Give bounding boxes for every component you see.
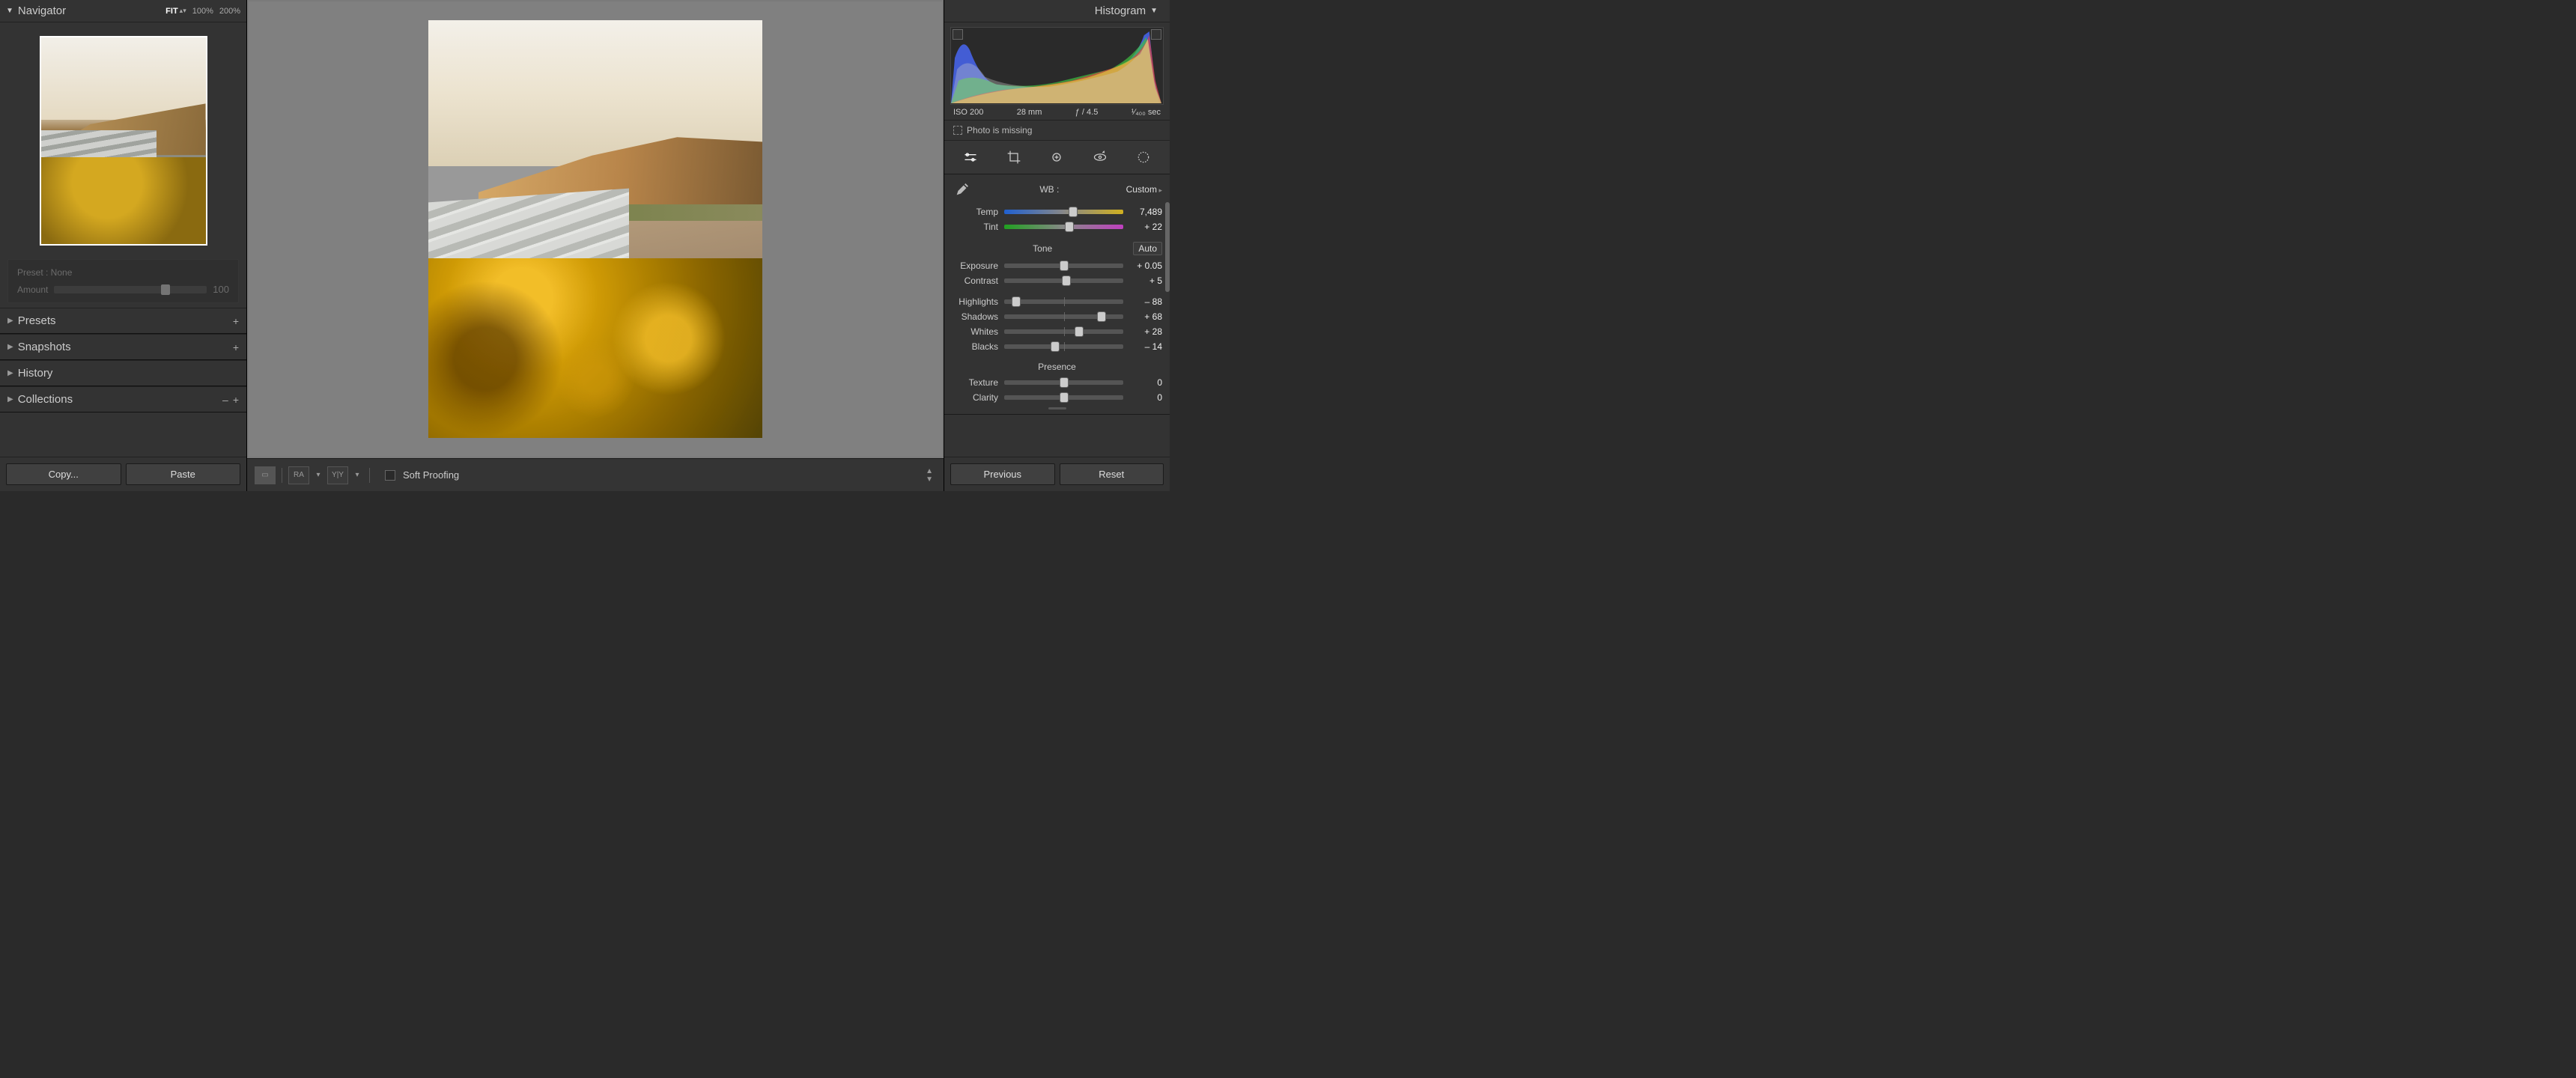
preset-amount-box: Preset : None Amount 100 bbox=[7, 259, 239, 303]
navigator-thumbnail-wrap bbox=[0, 22, 246, 255]
center-canvas: ▭ RA ▾ Y|Y ▾ Soft Proofing ▲▼ bbox=[247, 0, 944, 491]
amount-label: Amount bbox=[17, 284, 48, 295]
chevron-right-icon: ▶ bbox=[7, 369, 13, 377]
navigator-title: Navigator bbox=[18, 4, 160, 17]
slider-temp[interactable]: Temp7,489 bbox=[952, 204, 1162, 219]
amount-slider[interactable] bbox=[54, 286, 207, 293]
slider-whites[interactable]: Whites+ 28 bbox=[952, 324, 1162, 339]
loupe-view-icon[interactable]: ▭ bbox=[255, 466, 276, 484]
preset-label: Preset : None bbox=[17, 267, 229, 278]
zoom-200[interactable]: 200% bbox=[219, 7, 240, 16]
histogram-header: Histogram ▼ bbox=[944, 0, 1170, 22]
add-snapshot-icon[interactable]: + bbox=[233, 341, 239, 353]
add-collection-icon[interactable]: + bbox=[233, 394, 239, 406]
collapse-icon[interactable]: ▼ bbox=[6, 7, 13, 15]
copy-button[interactable]: Copy... bbox=[6, 463, 121, 485]
compare-dropdown-icon[interactable]: ▾ bbox=[312, 466, 324, 484]
navigator-header: ▼ Navigator FIT ▴▾ 100% 200% bbox=[0, 0, 246, 22]
slider-contrast[interactable]: Contrast+ 5 bbox=[952, 273, 1162, 288]
slider-blacks[interactable]: Blacks– 14 bbox=[952, 339, 1162, 354]
exif-row: ISO 200 28 mm ƒ / 4.5 ¹⁄₄₀₀ sec bbox=[944, 105, 1170, 121]
zoom-fit-stepper[interactable]: ▴▾ bbox=[180, 7, 186, 15]
survey-dropdown-icon[interactable]: ▾ bbox=[351, 466, 363, 484]
right-panel: Histogram ▼ ISO 200 28 mm ƒ / 4.5 ¹⁄₄₀₀ … bbox=[944, 0, 1170, 491]
section-collections[interactable]: ▶ Collections – + bbox=[0, 386, 246, 412]
survey-view-icon[interactable]: Y|Y bbox=[327, 466, 348, 484]
section-presets[interactable]: ▶ Presets + bbox=[0, 308, 246, 334]
reset-button[interactable]: Reset bbox=[1060, 463, 1164, 485]
histogram-graph[interactable] bbox=[950, 27, 1164, 105]
crop-icon[interactable] bbox=[1000, 148, 1027, 166]
exif-shutter: ¹⁄₄₀₀ sec bbox=[1131, 108, 1161, 117]
exif-iso: ISO 200 bbox=[953, 108, 983, 117]
collapse-icon[interactable]: ▼ bbox=[1150, 7, 1158, 15]
section-history[interactable]: ▶ History bbox=[0, 360, 246, 386]
slider-exposure[interactable]: Exposure+ 0.05 bbox=[952, 258, 1162, 273]
left-panel: ▼ Navigator FIT ▴▾ 100% 200% Preset : No… bbox=[0, 0, 247, 491]
white-balance-picker-icon[interactable] bbox=[952, 179, 973, 200]
chevron-right-icon: ▶ bbox=[7, 317, 13, 325]
exif-focal: 28 mm bbox=[1017, 108, 1042, 117]
navigator-thumbnail[interactable] bbox=[40, 36, 207, 246]
tone-header: Tone bbox=[952, 243, 1133, 254]
section-snapshots[interactable]: ▶ Snapshots + bbox=[0, 334, 246, 360]
histogram-title: Histogram bbox=[1095, 4, 1146, 17]
auto-tone-button[interactable]: Auto bbox=[1133, 242, 1162, 255]
missing-icon bbox=[953, 126, 962, 135]
healing-icon[interactable] bbox=[1043, 148, 1070, 166]
history-label: History bbox=[18, 367, 239, 380]
masking-icon[interactable] bbox=[1130, 148, 1157, 166]
zoom-100[interactable]: 100% bbox=[192, 7, 213, 16]
presets-label: Presets bbox=[18, 314, 228, 327]
slider-texture[interactable]: Texture0 bbox=[952, 375, 1162, 390]
basic-panel: WB : Custom Temp7,489 Tint+ 22 ToneAuto … bbox=[944, 174, 1170, 415]
zoom-fit[interactable]: FIT bbox=[165, 7, 178, 16]
add-preset-icon[interactable]: + bbox=[233, 315, 239, 327]
previous-button[interactable]: Previous bbox=[950, 463, 1055, 485]
chevron-right-icon: ▶ bbox=[7, 395, 13, 404]
collections-label: Collections bbox=[18, 393, 218, 406]
amount-value: 100 bbox=[213, 284, 229, 295]
compare-before-after-icon[interactable]: RA bbox=[288, 466, 309, 484]
edit-sliders-icon[interactable] bbox=[957, 148, 984, 166]
slider-tint[interactable]: Tint+ 22 bbox=[952, 219, 1162, 234]
slider-clarity[interactable]: Clarity0 bbox=[952, 390, 1162, 405]
snapshots-label: Snapshots bbox=[18, 341, 228, 353]
redeye-icon[interactable] bbox=[1087, 148, 1114, 166]
soft-proofing-label: Soft Proofing bbox=[403, 469, 459, 481]
paste-button[interactable]: Paste bbox=[126, 463, 241, 485]
remove-collection-icon[interactable]: – bbox=[222, 394, 228, 406]
exif-aperture: ƒ / 4.5 bbox=[1075, 108, 1099, 117]
photo-missing-warning: Photo is missing bbox=[944, 121, 1170, 141]
develop-tool-strip bbox=[944, 141, 1170, 174]
panel-resize-grip[interactable] bbox=[952, 405, 1162, 411]
chevron-right-icon: ▶ bbox=[7, 343, 13, 351]
canvas-area[interactable] bbox=[249, 1, 942, 457]
main-photo[interactable] bbox=[428, 20, 762, 438]
presence-header: Presence bbox=[952, 362, 1162, 372]
bottom-toolbar: ▭ RA ▾ Y|Y ▾ Soft Proofing ▲▼ bbox=[247, 458, 944, 491]
slider-shadows[interactable]: Shadows+ 68 bbox=[952, 309, 1162, 324]
toolbar-expand-icon[interactable]: ▲▼ bbox=[923, 464, 936, 487]
slider-highlights[interactable]: Highlights– 88 bbox=[952, 294, 1162, 309]
missing-label: Photo is missing bbox=[967, 125, 1032, 135]
wb-dropdown[interactable]: Custom bbox=[1126, 184, 1162, 195]
wb-label: WB : bbox=[979, 184, 1120, 195]
right-scrollbar[interactable] bbox=[1165, 202, 1170, 292]
soft-proofing-checkbox[interactable] bbox=[385, 470, 395, 481]
